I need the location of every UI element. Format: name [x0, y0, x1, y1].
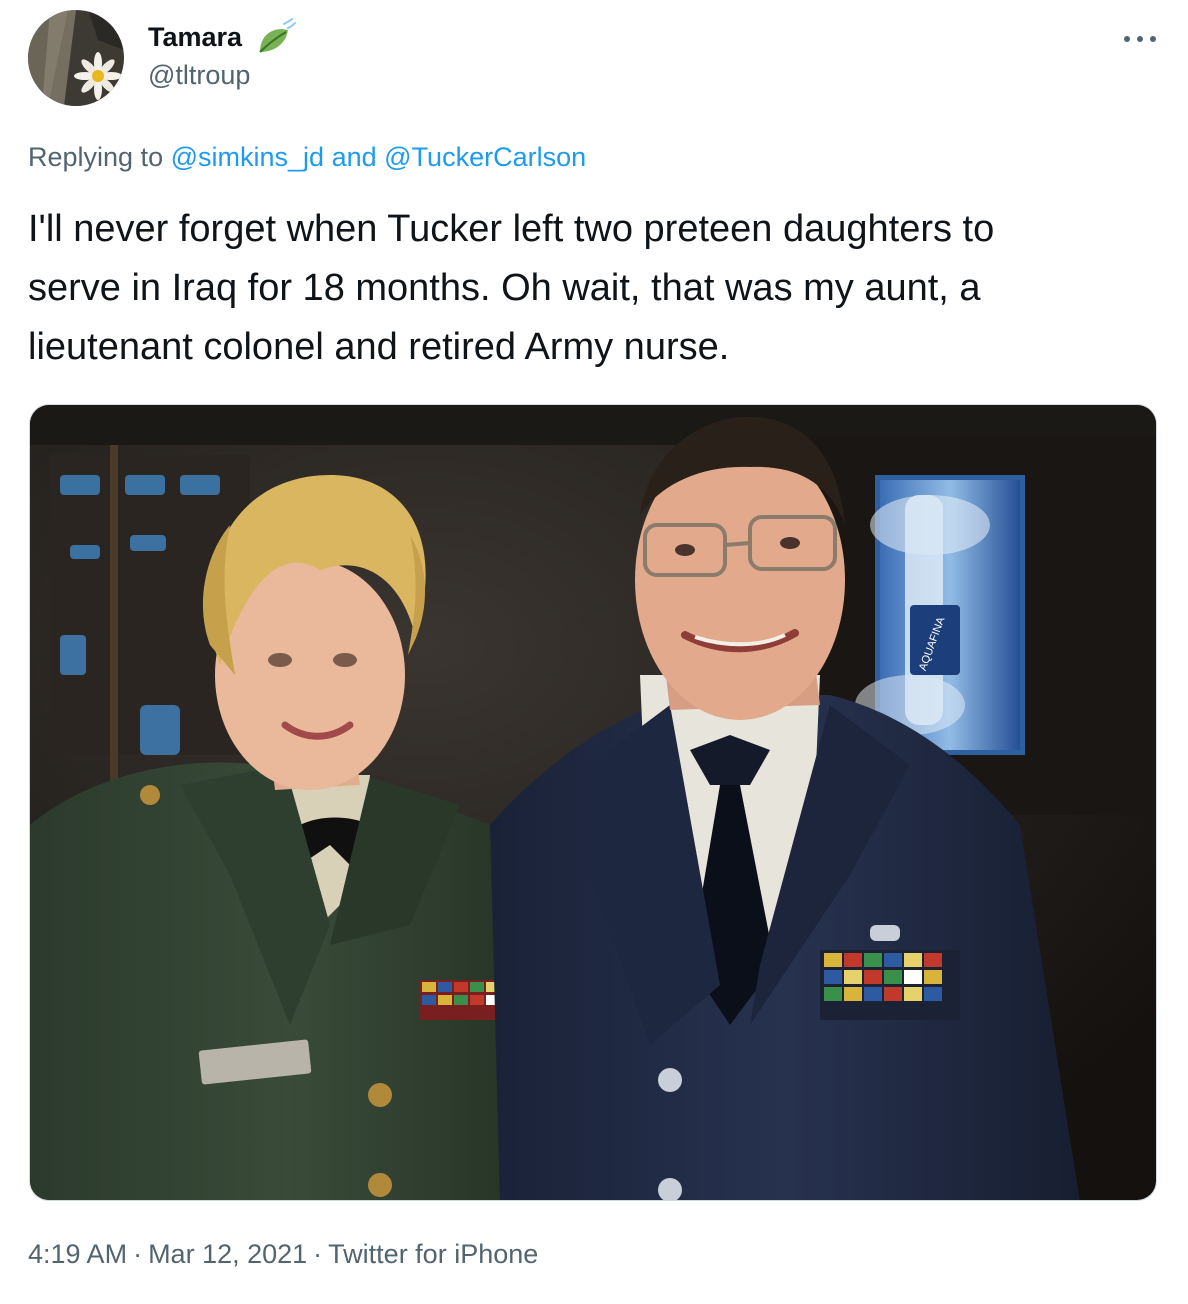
- tweet-metadata: 4:19 AM · Mar 12, 2021 · Twitter for iPhone: [28, 1236, 538, 1272]
- author-avatar[interactable]: [28, 10, 124, 106]
- tweet-source[interactable]: Twitter for iPhone: [328, 1239, 538, 1269]
- tweet-time[interactable]: 4:19 AM: [28, 1239, 127, 1269]
- tweet-photo[interactable]: AQUAFINA: [29, 404, 1157, 1201]
- tweet-text-line: serve in Iraq for 18 months. Oh wait, th…: [28, 267, 981, 309]
- replying-to-label: Replying to: [28, 142, 164, 172]
- tweet-text-line: I'll never forget when Tucker left two p…: [28, 208, 995, 250]
- more-options-button[interactable]: [1118, 20, 1162, 56]
- daisy-avatar-image: [28, 10, 124, 106]
- tweet-text: I'll never forget when Tucker left two p…: [28, 200, 1168, 377]
- meta-separator: ·: [313, 1239, 323, 1269]
- reply-conjunction[interactable]: and: [332, 142, 377, 172]
- replying-to-line: Replying to @simkins_jd and @TuckerCarls…: [28, 139, 586, 175]
- author-handle[interactable]: @tltroup: [148, 58, 250, 92]
- author-display-name[interactable]: Tamara: [148, 20, 242, 54]
- tweet-text-line: lieutenant colonel and retired Army nurs…: [28, 326, 730, 368]
- photo-two-officers-in-uniform: AQUAFINA: [30, 405, 1156, 1200]
- tweet: Tamara @tltroup Replying to @simkins_jd …: [0, 0, 1188, 1304]
- leaf-emoji-icon: [256, 18, 296, 56]
- meta-separator: ·: [133, 1239, 143, 1269]
- tweet-date[interactable]: Mar 12, 2021: [148, 1239, 307, 1269]
- mention-link-tuckercarlson[interactable]: @TuckerCarlson: [384, 142, 586, 172]
- mention-link-simkins-jd[interactable]: @simkins_jd: [171, 142, 324, 172]
